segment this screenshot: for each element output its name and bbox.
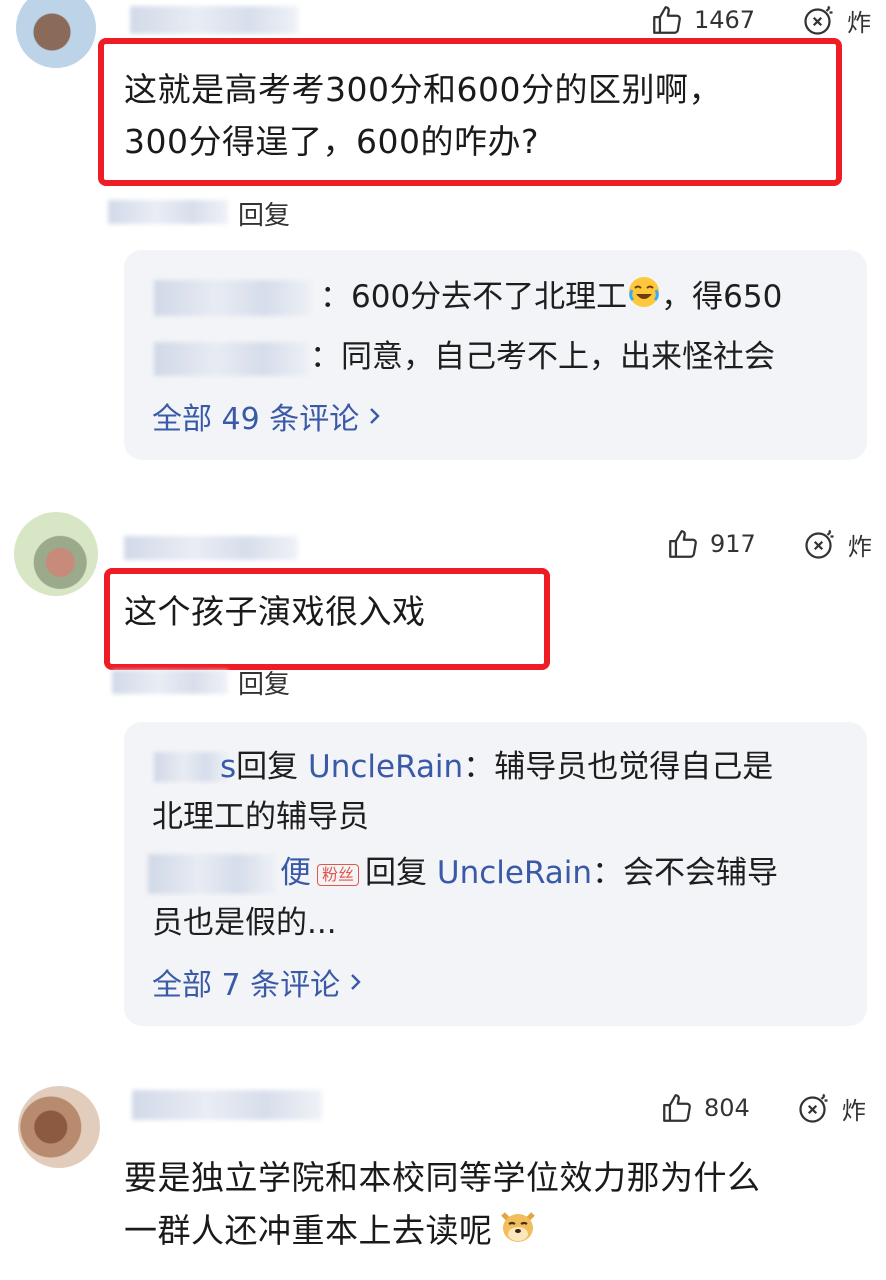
like-count: 1467 (694, 6, 756, 34)
avatar[interactable] (18, 1086, 100, 1168)
more-label[interactable]: 全部 49 条评论 (152, 394, 359, 438)
thumb-up-icon[interactable] (660, 1091, 694, 1125)
sub-username-blurred[interactable] (154, 280, 312, 316)
fan-badge: 粉丝 (317, 863, 360, 886)
bomb-label[interactable]: 炸 (842, 1091, 866, 1126)
reply-word: 回复 (236, 749, 299, 785)
reply-meta-blurred (108, 200, 228, 224)
reply-button[interactable]: 回复 (238, 664, 290, 701)
sub-username-blurred[interactable] (154, 752, 228, 782)
sub-comment-text: 北理工的辅导员 (152, 799, 369, 835)
reply-label[interactable]: 回复 (238, 664, 290, 701)
view-all-replies-link[interactable]: 全部 49 条评论 (152, 394, 383, 438)
sub-comment-2[interactable]: ：同意，自己考不上，出来怪社会 (310, 332, 775, 382)
sub-comment-2-cont: 员也是假的... (152, 898, 337, 948)
comment-actions: 917 炸 (666, 526, 872, 562)
name-suffix: s (220, 749, 237, 785)
sub-username-blurred[interactable] (148, 854, 276, 894)
bomb-icon[interactable] (801, 2, 837, 38)
sub-comment-1-cont: 北理工的辅导员 (152, 792, 369, 842)
sub-comment-text: ：辅导员也觉得自己是 (463, 749, 774, 785)
chevron-right-icon (348, 965, 364, 1000)
reply-to-name[interactable]: UncleRain (308, 749, 463, 785)
reply-button[interactable]: 回复 (238, 195, 290, 232)
sub-comment-text: ：会不会辅导 (592, 855, 779, 891)
sub-comment-2[interactable]: 便粉丝 回复 UncleRain：会不会辅导 (280, 848, 778, 898)
reply-to-name[interactable]: UncleRain (437, 855, 592, 891)
username-blurred[interactable] (130, 6, 298, 34)
avatar[interactable] (16, 0, 96, 68)
bomb-icon[interactable] (802, 526, 838, 562)
doge-emoji (497, 1204, 539, 1261)
like-count: 804 (704, 1094, 750, 1122)
bomb-label[interactable]: 炸 (848, 527, 872, 562)
reply-meta-blurred (112, 670, 228, 694)
sub-comment-text-suffix: ，得650 (661, 279, 783, 315)
sub-username-blurred[interactable] (154, 342, 310, 376)
sub-comment-text: ：600分去不了北理工 (320, 279, 628, 315)
avatar[interactable] (14, 512, 98, 596)
comment-text: 这个孩子演戏很入戏 (124, 592, 426, 631)
sub-comment-text: ：同意，自己考不上，出来怪社会 (310, 339, 775, 375)
name-suffix: 便 (280, 855, 311, 891)
thumb-up-icon[interactable] (650, 3, 684, 37)
crying-laugh-emoji (627, 274, 661, 324)
view-all-replies-link[interactable]: 全部 7 条评论 (152, 960, 364, 1004)
comment-actions: 1467 炸 (650, 2, 871, 38)
sub-comment-1[interactable]: ：600分去不了北理工 ，得650 (320, 272, 782, 324)
comment-text: 要是独立学院和本校同等学位效力那为什么 一群人还冲重本上去读呢 (124, 1152, 761, 1261)
more-label[interactable]: 全部 7 条评论 (152, 960, 340, 1004)
thumb-up-icon[interactable] (666, 527, 700, 561)
comment-actions: 804 炸 (660, 1090, 866, 1126)
sub-comment-1[interactable]: s回复 UncleRain：辅导员也觉得自己是 (220, 742, 773, 792)
comment-text: 这就是高考考300分和600分的区别啊， 300分得逞了，600的咋办? (124, 70, 722, 161)
username-blurred[interactable] (124, 536, 298, 560)
sub-comments-box: ：600分去不了北理工 ，得650 ：同意，自己考不上，出来怪社会 全部 49 … (124, 250, 867, 460)
like-count: 917 (710, 530, 756, 558)
bomb-icon[interactable] (796, 1090, 832, 1126)
sub-comment-text: 员也是假的... (152, 905, 337, 941)
reply-word: 回复 (365, 855, 428, 891)
sub-comments-box: s回复 UncleRain：辅导员也觉得自己是 北理工的辅导员 便粉丝 回复 Un… (124, 722, 867, 1026)
reply-label[interactable]: 回复 (238, 195, 290, 232)
bomb-label[interactable]: 炸 (847, 3, 871, 38)
username-blurred[interactable] (132, 1090, 322, 1120)
chevron-right-icon (367, 399, 383, 434)
